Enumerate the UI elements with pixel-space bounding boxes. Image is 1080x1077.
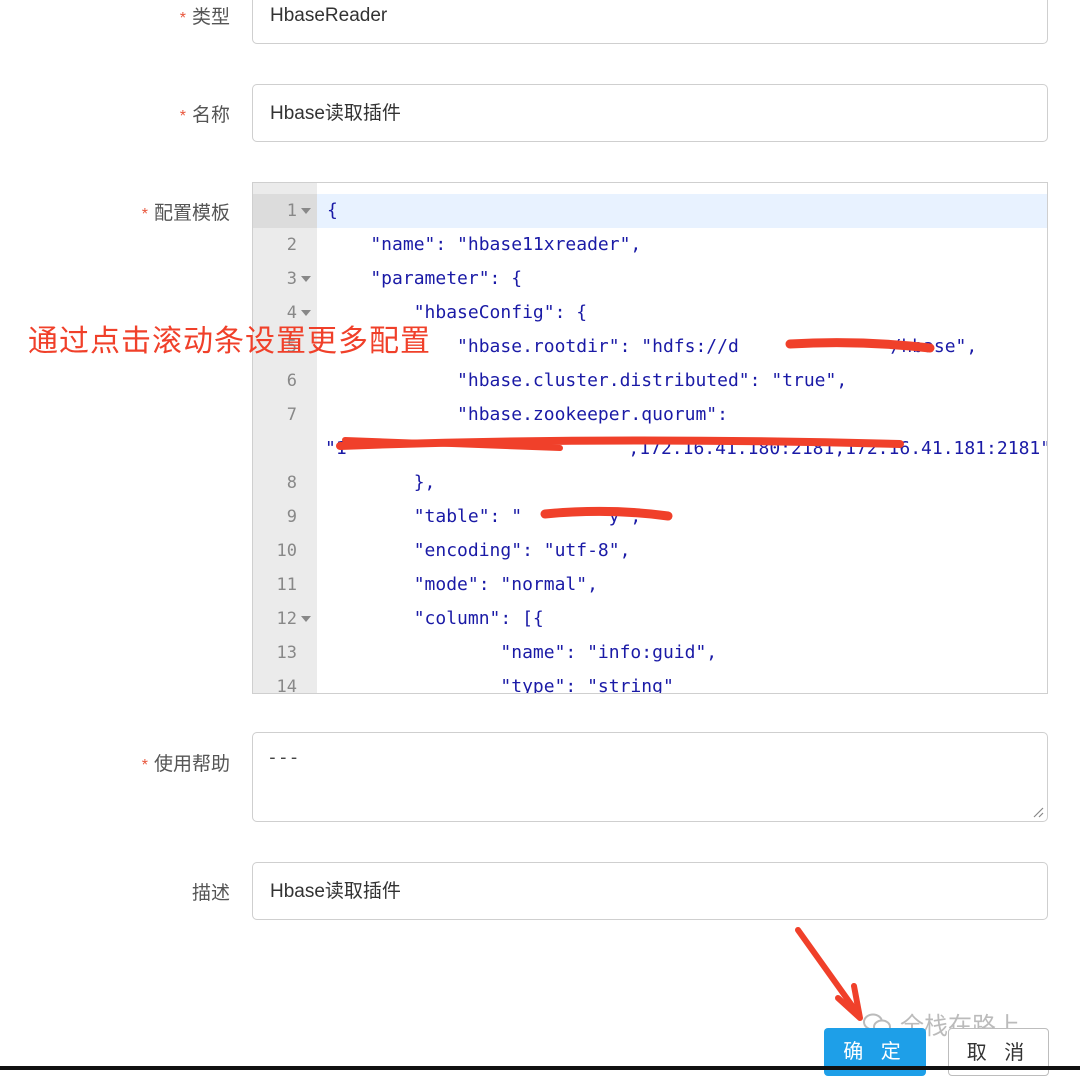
resize-handle-icon[interactable] <box>1032 806 1044 818</box>
bottom-bar <box>0 1066 1080 1070</box>
desc-input[interactable]: Hbase读取插件 <box>252 862 1048 920</box>
help-textarea[interactable]: --- <box>252 732 1048 822</box>
help-label: * 使用帮助 <box>141 754 230 775</box>
annotation-text: 通过点击滚动条设置更多配置 <box>28 324 431 359</box>
desc-label: 描述 <box>191 883 230 904</box>
required-mark: * <box>141 757 148 774</box>
